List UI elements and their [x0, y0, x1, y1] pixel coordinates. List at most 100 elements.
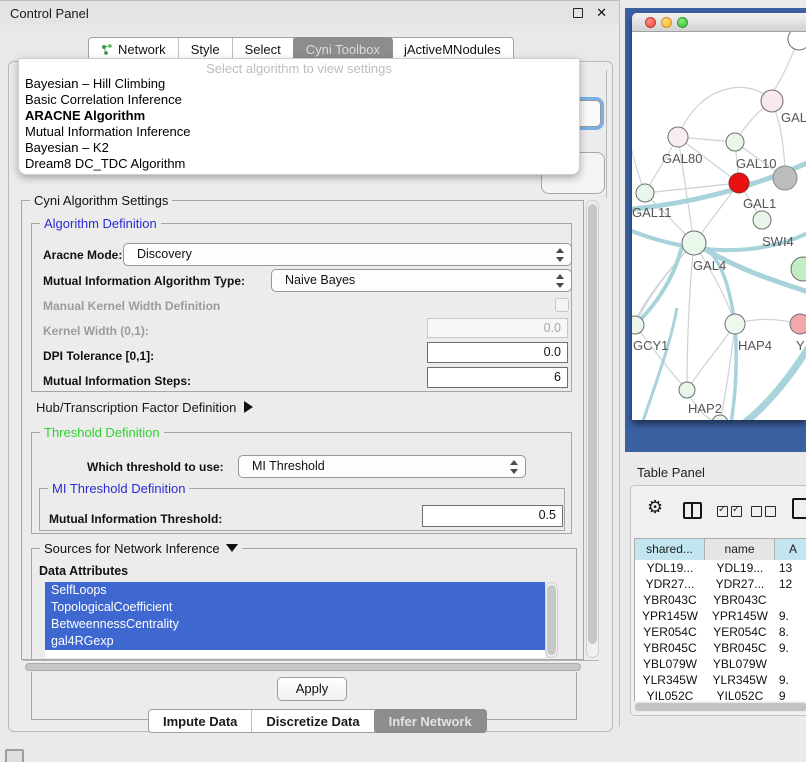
stepper-arrows-icon [556, 274, 565, 288]
screen: Control Panel ✕ NetworkStyleSelectCyni T… [0, 0, 806, 762]
network-node-gal[interactable] [761, 90, 783, 112]
sources-legend[interactable]: Sources for Network Inference [40, 541, 242, 556]
manual-kernel-checkbox[interactable] [555, 298, 569, 312]
scrollbar-thumb[interactable] [635, 703, 806, 711]
threshold-definition-legend: Threshold Definition [40, 425, 164, 440]
aracne-mode-combo[interactable]: Discovery [123, 243, 572, 266]
data-attribute-topologicalcoefficient[interactable]: TopologicalCoefficient [45, 599, 545, 616]
algorithm-option-bayesian-k2[interactable]: Bayesian – K2 [19, 140, 579, 156]
tab-style[interactable]: Style [179, 38, 233, 60]
network-nodes: GALGAL80GAL10GAL1GAL11SWI4GAL4GCY1HAP4YH… [632, 32, 806, 420]
hub-definition-label: Hub/Transcription Factor Definition [36, 400, 236, 415]
table-row[interactable]: YER054CYER054C8. [635, 624, 806, 640]
tab-discretize-data[interactable]: Discretize Data [252, 710, 374, 732]
network-window-titlebar[interactable] [632, 13, 806, 32]
kernel-width-value: 0.0 [544, 321, 561, 335]
close-traffic-light[interactable] [645, 17, 656, 28]
scrollbar-thumb[interactable] [547, 585, 556, 655]
tab-select[interactable]: Select [233, 38, 294, 60]
expander-collapsed-icon [244, 401, 253, 413]
mi-type-combo[interactable]: Naive Bayes [271, 269, 572, 292]
table-row[interactable]: YIL052CYIL052C9 [635, 688, 806, 701]
network-node-gal4[interactable] [682, 231, 706, 255]
aracne-mode-value: Discovery [137, 247, 192, 261]
data-attribute-selfloops[interactable]: SelfLoops [45, 582, 545, 599]
node-label: GCY1 [633, 338, 668, 353]
network-node[interactable] [791, 257, 806, 281]
network-view-window: GALGAL80GAL10GAL1GAL11SWI4GAL4GCY1HAP4YH… [632, 13, 806, 420]
node-label: GAL11 [632, 205, 672, 220]
table-row[interactable]: YBL079WYBL079W [635, 656, 806, 672]
column-header-name[interactable]: name [705, 539, 775, 560]
column-header-a[interactable]: A [775, 539, 806, 560]
hub-definition-expander[interactable]: Hub/Transcription Factor Definition [36, 400, 253, 415]
mi-steps-input[interactable]: 6 [427, 367, 568, 388]
network-node-swi4[interactable] [753, 211, 771, 229]
zoom-traffic-light[interactable] [677, 17, 688, 28]
table-row[interactable]: YBR043CYBR043C [635, 592, 806, 608]
scrollbar-thumb[interactable] [25, 663, 581, 671]
network-node-gal10[interactable] [726, 133, 744, 151]
split-columns-icon[interactable] [683, 502, 702, 519]
apply-button[interactable]: Apply [277, 677, 347, 701]
algorithm-option-basic-correlation-inference[interactable]: Basic Correlation Inference [19, 92, 579, 108]
mini-window-icon[interactable] [5, 749, 24, 762]
which-threshold-value: MI Threshold [252, 459, 325, 473]
column-header-shared-[interactable]: shared... [635, 539, 705, 560]
tab-impute-data[interactable]: Impute Data [149, 710, 252, 732]
settings-vertical-scrollbar[interactable] [586, 200, 599, 658]
group-border-fragment [606, 70, 607, 198]
network-icon [101, 43, 113, 56]
settings-horizontal-scrollbar[interactable] [23, 660, 599, 672]
table-row[interactable]: YLR345WYLR345W9. [635, 672, 806, 688]
mi-threshold-label: Mutual Information Threshold: [49, 512, 222, 526]
table-body: YDL19...YDL19...13YDR27...YDR27...12YBR0… [635, 560, 806, 701]
control-panel-titlebar: Control Panel ✕ [0, 1, 619, 25]
network-node-hap2[interactable] [679, 382, 695, 398]
dpi-tolerance-input[interactable]: 0.0 [427, 342, 568, 363]
data-attribute-betweennesscentrality[interactable]: BetweennessCentrality [45, 616, 545, 633]
document-icon[interactable] [792, 498, 806, 519]
mi-threshold-input[interactable]: 0.5 [422, 505, 563, 527]
close-icon[interactable]: ✕ [596, 5, 607, 21]
network-canvas[interactable]: GALGAL80GAL10GAL1GAL11SWI4GAL4GCY1HAP4YH… [632, 32, 806, 420]
cytoscape-desktop: GALGAL80GAL10GAL1GAL11SWI4GAL4GCY1HAP4YH… [625, 8, 806, 452]
algorithm-option-aracne-algorithm[interactable]: ARACNE Algorithm [19, 108, 579, 124]
mi-threshold-legend: MI Threshold Definition [48, 481, 189, 496]
network-node-gal11[interactable] [636, 184, 654, 202]
kernel-width-input[interactable]: 0.0 [427, 318, 568, 338]
table-row[interactable]: YDR27...YDR27...12 [635, 576, 806, 592]
table-row[interactable]: YPR145WYPR145W9. [635, 608, 806, 624]
node-label: GAL1 [743, 196, 776, 211]
node-label: HAP2 [688, 401, 722, 416]
which-threshold-combo[interactable]: MI Threshold [238, 455, 526, 478]
algorithm-option-mutual-information-inference[interactable]: Mutual Information Inference [19, 124, 579, 140]
algorithm-option-dream8-dc-tdc-algorithm[interactable]: Dream8 DC_TDC Algorithm [19, 156, 579, 172]
node-label: GAL [781, 110, 806, 125]
checked-boxes-icon[interactable] [717, 506, 742, 517]
table-row[interactable]: YDL19...YDL19...13 [635, 560, 806, 576]
data-attributes-label: Data Attributes [39, 564, 128, 578]
attribute-list-scrollbar[interactable] [545, 582, 558, 658]
control-panel-window: Control Panel ✕ NetworkStyleSelectCyni T… [0, 0, 620, 727]
table-row[interactable]: YBR045CYBR045C9. [635, 640, 806, 656]
tab-jactivemnodules[interactable]: jActiveMNodules [392, 38, 513, 60]
algorithm-option-bayesian-hill-climbing[interactable]: Bayesian – Hill Climbing [19, 76, 579, 92]
cyni-settings-legend: Cyni Algorithm Settings [30, 193, 172, 208]
tab-infer-network[interactable]: Infer Network [374, 709, 487, 733]
gear-icon[interactable]: ⚙ [647, 498, 663, 516]
table-horizontal-scrollbar[interactable] [634, 702, 806, 712]
network-node[interactable] [773, 166, 797, 190]
network-node-gal80[interactable] [668, 127, 688, 147]
unchecked-boxes-icon[interactable] [751, 506, 776, 517]
tab-network[interactable]: Network [89, 38, 179, 60]
network-node-y[interactable] [790, 314, 806, 334]
network-node-hap4[interactable] [725, 314, 745, 334]
network-node[interactable] [788, 32, 806, 50]
node-label: SWI4 [762, 234, 794, 249]
float-window-icon[interactable] [573, 8, 583, 18]
data-attribute-gal4rgexp[interactable]: gal4RGexp [45, 633, 545, 650]
scrollbar-thumb[interactable] [588, 204, 597, 644]
minimize-traffic-light[interactable] [661, 17, 672, 28]
network-node-gal1[interactable] [729, 173, 749, 193]
